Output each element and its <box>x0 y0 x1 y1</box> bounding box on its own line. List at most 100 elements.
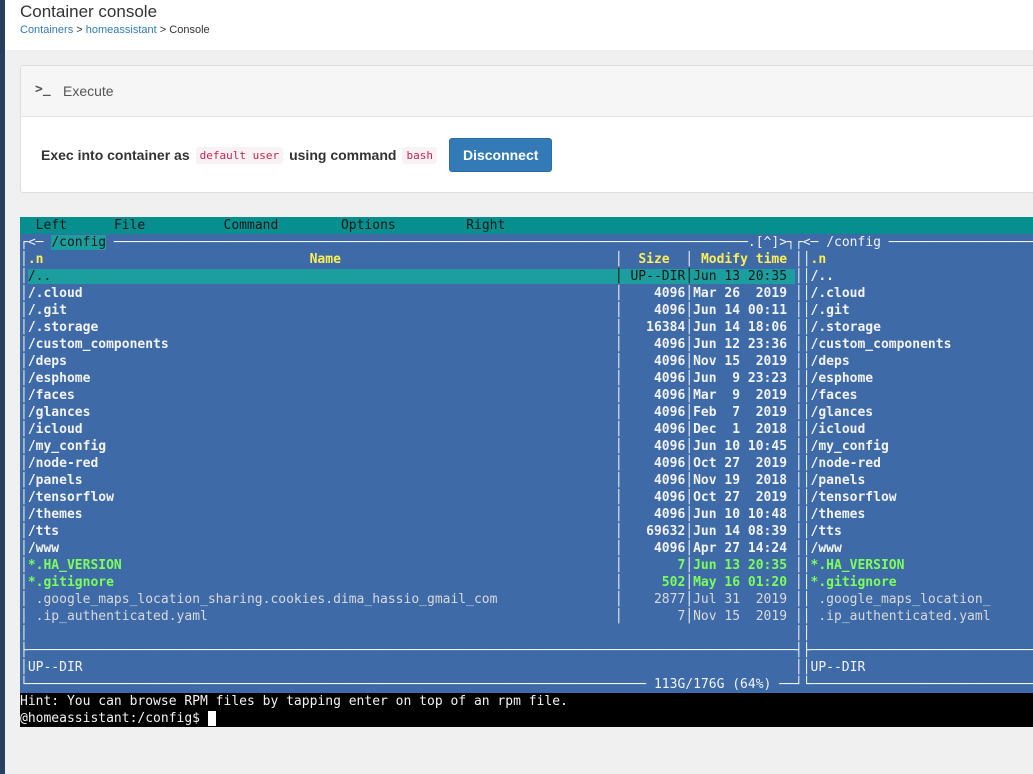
menu-right[interactable]: Right <box>466 218 505 233</box>
panel-border: ││ <box>794 422 811 437</box>
breadcrumb-homeassistant[interactable]: homeassistant <box>86 24 157 36</box>
panel-border: │ <box>685 490 694 505</box>
file-name[interactable]: /faces <box>28 388 615 403</box>
file-name[interactable]: /panels <box>28 473 615 488</box>
file-modified: Mar 9 2019 <box>693 388 795 403</box>
left-panel-corner[interactable]: .[^] <box>748 235 779 250</box>
menu-command[interactable]: Command <box>224 218 279 233</box>
left-col-size[interactable]: Size <box>623 252 686 267</box>
file-name[interactable]: /tensorflow <box>28 490 615 505</box>
file-modified: Jun 12 23:36 <box>693 337 795 352</box>
panel-border: │ <box>20 337 28 352</box>
right-file-name[interactable]: /my_config <box>811 439 889 454</box>
panel-border: ││ <box>794 303 811 318</box>
right-file-name[interactable]: /glances <box>811 405 874 420</box>
panel-border: │ <box>20 507 28 522</box>
menu-options[interactable]: Options <box>341 218 396 233</box>
file-modified: Jun 10 10:48 <box>693 507 795 522</box>
file-name[interactable]: /.storage <box>28 320 615 335</box>
panel-border: │ <box>20 609 28 624</box>
file-name[interactable]: /.git <box>28 303 615 318</box>
exec-user: default user <box>195 146 284 164</box>
terminal[interactable]: Left File Command Options Right ┌<─ /con… <box>20 217 1033 727</box>
left-panel-status: UP--DIR <box>27 660 795 675</box>
right-file-name[interactable]: /faces <box>811 388 858 403</box>
file-row: │/tensorflow │ 4096│Oct 27 2019 ││/tenso… <box>20 489 1033 506</box>
exec-command: bash <box>402 146 437 164</box>
right-file-name[interactable]: /tts <box>811 524 842 539</box>
menu-fill <box>505 218 975 233</box>
panel-border: │ <box>614 388 623 403</box>
panel-border: │ <box>614 575 623 590</box>
right-file-name[interactable]: *.gitignore <box>811 575 897 590</box>
file-modified: Jun 14 08:39 <box>693 524 795 539</box>
file-row: │/custom_components │ 4096│Jun 12 23:36 … <box>20 336 1033 353</box>
right-file-name[interactable]: .ip_authenticated.yaml <box>811 609 990 624</box>
breadcrumb-containers[interactable]: Containers <box>20 24 73 36</box>
right-file-name[interactable]: /panels <box>811 473 866 488</box>
menu-left[interactable]: Left <box>36 218 67 233</box>
file-name[interactable]: /custom_components <box>28 337 615 352</box>
file-row: │/panels │ 4096│Nov 19 2018 ││/panels <box>20 472 1033 489</box>
panel-border: └───────────────────────────────────────… <box>20 677 647 692</box>
panel-border: ││ <box>794 388 811 403</box>
disconnect-button[interactable]: Disconnect <box>448 138 553 172</box>
file-size: 4096 <box>622 354 686 369</box>
file-row: │/tts │ 69632│Jun 14 08:39 ││/tts <box>20 523 1033 540</box>
right-panel-status: UP--DIR <box>810 660 866 675</box>
right-file-name[interactable]: *.HA_VERSION <box>811 558 905 573</box>
right-file-name[interactable]: /esphome <box>811 371 874 386</box>
file-name[interactable]: /node-red <box>28 456 615 471</box>
right-file-name[interactable]: /tensorflow <box>811 490 897 505</box>
breadcrumb-separator: > <box>76 24 83 36</box>
right-file-name[interactable]: /deps <box>811 354 850 369</box>
file-name[interactable]: .ip_authenticated.yaml <box>28 609 615 624</box>
file-row: │ .google_maps_location_sharing.cookies.… <box>20 591 1033 608</box>
file-name[interactable]: /esphome <box>28 371 615 386</box>
panel-border: ││ <box>794 286 811 301</box>
panel-border: │ <box>614 558 623 573</box>
panel-border: ││ <box>794 337 811 352</box>
left-col-name[interactable]: Name <box>43 252 614 267</box>
right-file-name[interactable]: /.cloud <box>811 286 866 301</box>
file-name[interactable]: /tts <box>28 524 615 539</box>
right-file-name[interactable]: /www <box>811 541 842 556</box>
panel-empty-row: │ ││ <box>20 625 1033 642</box>
breadcrumb-separator: > <box>159 24 167 36</box>
right-file-name[interactable]: /.. <box>811 269 834 284</box>
file-name[interactable]: /themes <box>28 507 615 522</box>
file-name[interactable]: /my_config <box>28 439 615 454</box>
right-file-name[interactable]: /themes <box>811 507 866 522</box>
file-row: │/my_config │ 4096│Jun 10 10:45 ││/my_co… <box>20 438 1033 455</box>
right-file-name[interactable]: /node-red <box>811 456 881 471</box>
file-name[interactable]: /.. <box>27 269 615 284</box>
right-col-sort[interactable]: .n <box>811 252 827 267</box>
file-size: 4096 <box>622 422 686 437</box>
right-file-name[interactable]: .google_maps_location_ <box>811 592 990 607</box>
right-file-name[interactable]: /.storage <box>811 320 881 335</box>
panel-border: │ <box>614 371 623 386</box>
file-name[interactable]: /glances <box>28 405 615 420</box>
panel-border: │ <box>685 286 694 301</box>
file-name[interactable]: /www <box>28 541 615 556</box>
file-size: UP--DIR <box>622 269 686 284</box>
left-col-sort[interactable]: .n <box>28 252 44 267</box>
file-size: 69632 <box>622 524 686 539</box>
menu-gap <box>278 218 341 233</box>
file-name[interactable]: /.cloud <box>28 286 615 301</box>
file-name[interactable]: /deps <box>28 354 615 369</box>
left-col-modify[interactable]: Modify time <box>693 252 795 267</box>
panel-bottom-border: └───────────────────────────────────────… <box>20 676 1033 693</box>
right-file-name[interactable]: /custom_components <box>811 337 952 352</box>
file-name[interactable]: /icloud <box>28 422 615 437</box>
panel-border: │ <box>20 541 28 556</box>
right-file-name[interactable]: /.git <box>811 303 850 318</box>
panel-border: │ <box>20 388 28 403</box>
file-size: 4096 <box>622 490 686 505</box>
file-name[interactable]: *.gitignore <box>28 575 615 590</box>
right-file-name[interactable]: /icloud <box>811 422 866 437</box>
file-modified: Nov 15 2019 <box>693 354 795 369</box>
menu-file[interactable]: File <box>114 218 145 233</box>
file-name[interactable]: .google_maps_location_sharing.cookies.di… <box>28 592 615 607</box>
file-name[interactable]: *.HA_VERSION <box>28 558 615 573</box>
